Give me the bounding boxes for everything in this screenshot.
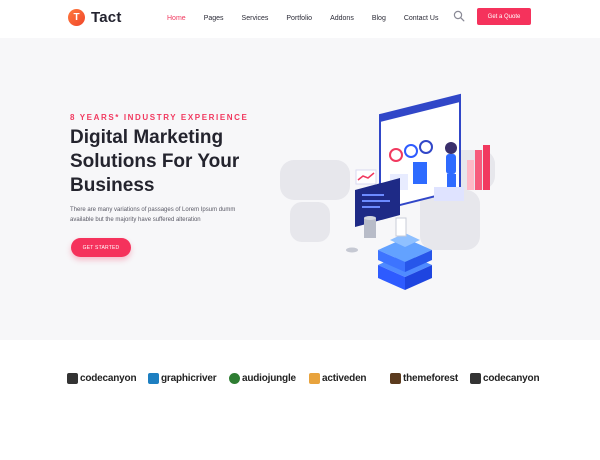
brand-logo-graphicriver[interactable]: graphicriver bbox=[148, 373, 217, 384]
search-icon[interactable] bbox=[453, 10, 465, 22]
nav-item-portfolio[interactable]: Portfolio bbox=[286, 15, 312, 22]
nav-item-home[interactable]: Home bbox=[167, 15, 186, 22]
get-started-button[interactable]: GET STARTED bbox=[71, 238, 131, 257]
mini-chart-icon bbox=[355, 169, 377, 185]
hero-headline-line: Business bbox=[70, 175, 155, 196]
logo[interactable]: T Tact bbox=[68, 9, 122, 26]
nav-item-addons[interactable]: Addons bbox=[330, 15, 354, 22]
main-nav: Home Pages Services Portfolio Addons Blo… bbox=[167, 15, 456, 22]
hero-description: There are many variations of passages of… bbox=[70, 205, 270, 225]
hero-eyebrow: 8 YEARS* INDUSTRY EXPERIENCE bbox=[70, 113, 249, 122]
hero-headline: Digital Marketing Solutions For Your Bus… bbox=[70, 126, 270, 198]
brand-logo-audiojungle[interactable]: audiojungle bbox=[229, 373, 296, 384]
brand-name: codecanyon bbox=[80, 373, 137, 384]
codecanyon-icon bbox=[67, 373, 78, 384]
graphicriver-icon bbox=[148, 373, 159, 384]
brand-logo-codecanyon[interactable]: codecanyon bbox=[67, 373, 137, 384]
codecanyon-icon bbox=[470, 373, 481, 384]
brand-name: codecanyon bbox=[483, 373, 540, 384]
activeden-icon bbox=[309, 373, 320, 384]
brand-name: activeden bbox=[322, 373, 367, 384]
hero-illustration bbox=[280, 93, 495, 290]
brand-name: themeforest bbox=[403, 373, 459, 384]
site-header: T Tact Home Pages Services Portfolio Add… bbox=[0, 0, 600, 38]
logo-text: Tact bbox=[91, 9, 122, 26]
brand-logo-themeforest[interactable]: themeforest bbox=[390, 373, 458, 384]
hero-description-line: There are many variations of passages of… bbox=[70, 207, 236, 213]
hero-headline-line: Digital Marketing bbox=[70, 127, 224, 148]
brand-name: audiojungle bbox=[242, 373, 296, 384]
themeforest-icon bbox=[390, 373, 401, 384]
brand-name: graphicriver bbox=[161, 373, 217, 384]
logo-mark-icon: T bbox=[68, 9, 85, 26]
audiojungle-icon bbox=[229, 373, 240, 384]
brand-logo-codecanyon[interactable]: codecanyon bbox=[470, 373, 540, 384]
hero-headline-line: Solutions For Your bbox=[70, 151, 240, 172]
nav-item-contact[interactable]: Contact Us bbox=[404, 15, 439, 22]
brand-logo-activeden[interactable]: activeden bbox=[309, 373, 367, 384]
partner-brands-strip: codecanyon graphicriver audiojungle acti… bbox=[0, 340, 600, 460]
nav-item-pages[interactable]: Pages bbox=[204, 15, 224, 22]
analytics-card-icon bbox=[355, 178, 400, 227]
hero-section: 8 YEARS* INDUSTRY EXPERIENCE Digital Mar… bbox=[0, 38, 600, 340]
hero-description-line: available but the majority have suffered… bbox=[70, 217, 201, 223]
nav-item-blog[interactable]: Blog bbox=[372, 15, 386, 22]
get-a-quote-button[interactable]: Get a Quote bbox=[477, 8, 531, 25]
nav-item-services[interactable]: Services bbox=[242, 15, 269, 22]
